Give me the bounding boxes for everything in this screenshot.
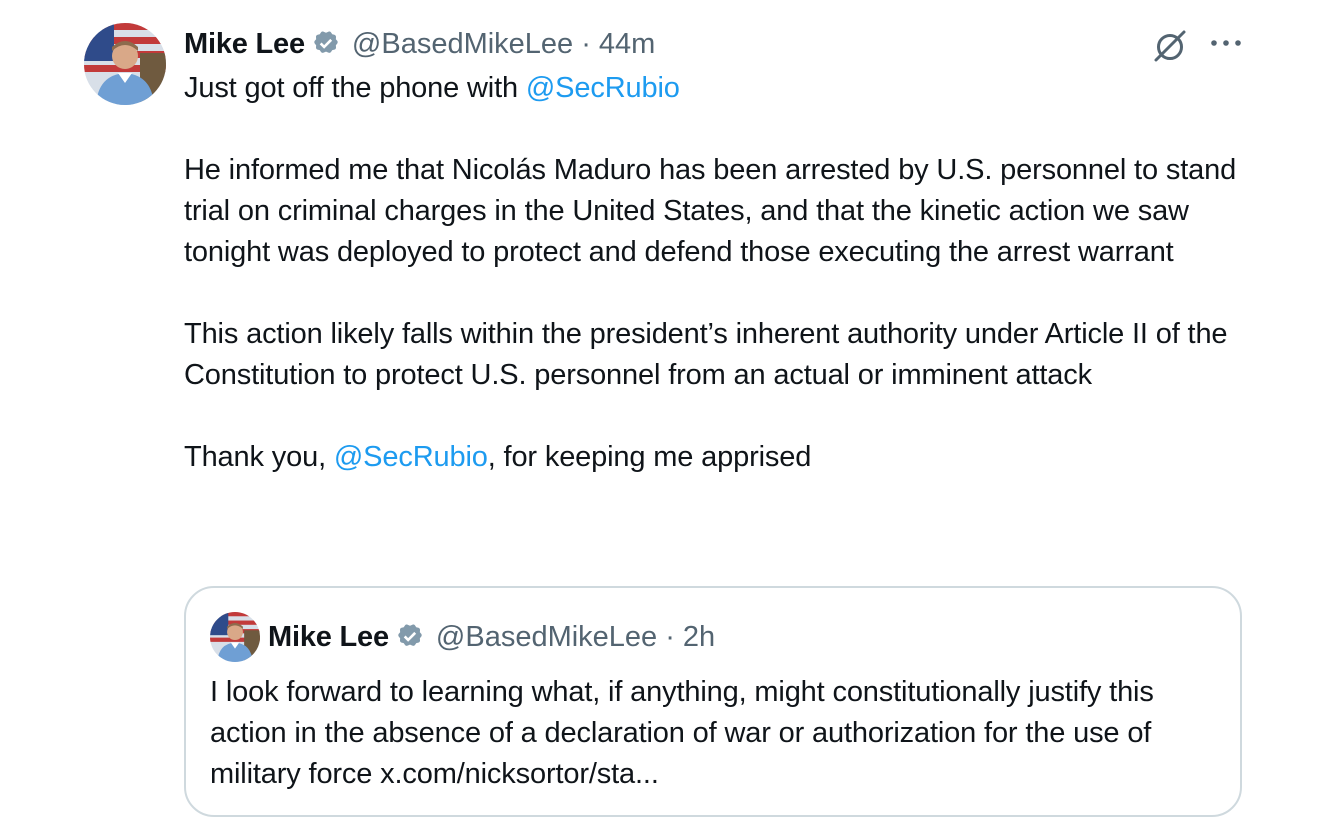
author-name[interactable]: Mike Lee	[184, 28, 305, 61]
quoted-tweet-text: I look forward to learning what, if anyt…	[210, 676, 1154, 790]
mention-link[interactable]: @SecRubio	[526, 72, 680, 104]
tweet-paragraph-1: Just got off the phone with @SecRubio	[184, 68, 1264, 109]
tweet[interactable]: Mike Lee @BasedMikeLee · 44m Just got of…	[0, 0, 1341, 833]
quoted-avatar[interactable]	[210, 612, 260, 662]
grok-icon[interactable]	[1150, 26, 1190, 66]
mention-link[interactable]: @SecRubio	[334, 441, 488, 473]
verified-badge-icon[interactable]	[310, 28, 342, 60]
quoted-author-handle[interactable]: @BasedMikeLee	[436, 621, 657, 654]
quoted-author-name[interactable]: Mike Lee	[268, 621, 389, 654]
text-segment: Just got off the phone with	[184, 72, 526, 104]
text-segment: Thank you,	[184, 441, 334, 473]
author-handle[interactable]: @BasedMikeLee	[352, 28, 573, 61]
more-options-icon[interactable]	[1208, 28, 1244, 58]
tweet-paragraph-3: This action likely falls within the pres…	[184, 318, 1228, 391]
tweet-paragraph-4: Thank you, @SecRubio, for keeping me app…	[184, 437, 1264, 478]
tweet-header: Mike Lee @BasedMikeLee · 44m	[184, 24, 655, 64]
separator-dot: ·	[665, 620, 675, 653]
quoted-tweet-header: Mike Lee @BasedMikeLee · 2h	[268, 617, 715, 657]
avatar-image	[84, 23, 166, 105]
text-segment: , for keeping me apprised	[487, 441, 812, 473]
tweet-text: Just got off the phone with @SecRubio He…	[184, 68, 1264, 478]
quoted-tweet[interactable]: Mike Lee @BasedMikeLee · 2h I look forwa…	[184, 586, 1242, 817]
avatar[interactable]	[84, 23, 166, 105]
separator-dot: ·	[581, 27, 591, 60]
quoted-avatar-image	[210, 612, 260, 662]
verified-badge-icon[interactable]	[394, 621, 426, 653]
timestamp[interactable]: 44m	[599, 28, 655, 61]
quoted-timestamp[interactable]: 2h	[683, 621, 715, 654]
tweet-paragraph-2: He informed me that Nicolás Maduro has b…	[184, 154, 1237, 268]
